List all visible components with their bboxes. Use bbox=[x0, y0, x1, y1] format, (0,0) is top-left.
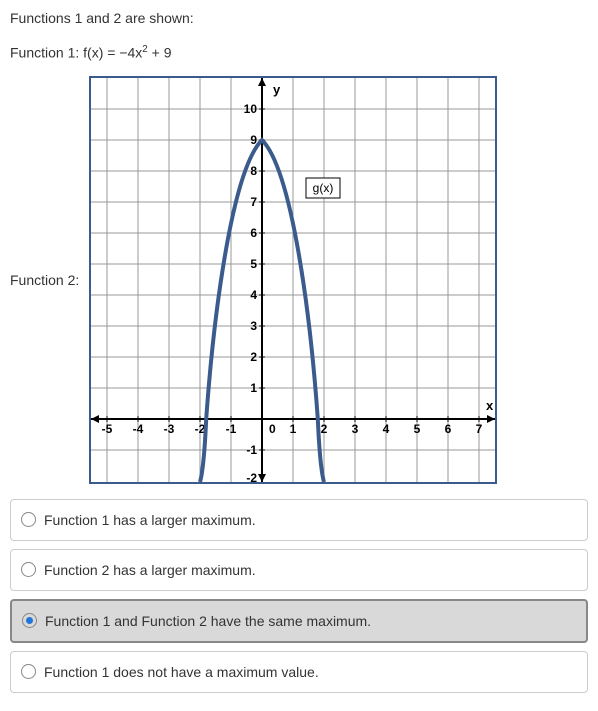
radio-icon bbox=[21, 664, 36, 679]
y-tick: -2 bbox=[247, 471, 258, 482]
y-tick: 2 bbox=[251, 350, 258, 364]
x-tick: 3 bbox=[352, 422, 359, 436]
graph-container: -5 -4 -3 -2 -1 0 1 2 3 4 5 6 7 1 2 3 4 5… bbox=[89, 76, 497, 484]
x-tick: -4 bbox=[133, 422, 144, 436]
graph-svg: -5 -4 -3 -2 -1 0 1 2 3 4 5 6 7 1 2 3 4 5… bbox=[91, 78, 495, 482]
x-tick: 5 bbox=[414, 422, 421, 436]
y-tick: 5 bbox=[251, 257, 258, 271]
x-tick: 0 bbox=[269, 422, 276, 436]
x-tick: 2 bbox=[321, 422, 328, 436]
y-tick: -1 bbox=[247, 443, 258, 457]
x-tick: 6 bbox=[445, 422, 452, 436]
intro-text: Functions 1 and 2 are shown: bbox=[10, 10, 588, 26]
option-label: Function 1 and Function 2 have the same … bbox=[45, 613, 371, 629]
x-tick: 1 bbox=[290, 422, 297, 436]
y-tick: 7 bbox=[251, 195, 258, 209]
function-1-label: Function 1: f(x) = −4x2 + 9 bbox=[10, 44, 588, 61]
y-tick: 4 bbox=[251, 288, 258, 302]
y-axis-label: y bbox=[273, 82, 281, 97]
function-2-label: Function 2: bbox=[10, 272, 79, 288]
option-label: Function 2 has a larger maximum. bbox=[44, 562, 256, 578]
option-4[interactable]: Function 1 does not have a maximum value… bbox=[10, 651, 588, 693]
y-tick: 3 bbox=[251, 319, 258, 333]
radio-icon bbox=[21, 562, 36, 577]
y-tick: 6 bbox=[251, 226, 258, 240]
y-tick: 1 bbox=[251, 381, 258, 395]
option-2[interactable]: Function 2 has a larger maximum. bbox=[10, 549, 588, 591]
x-axis-label: x bbox=[486, 398, 494, 413]
radio-icon bbox=[22, 613, 37, 628]
radio-icon bbox=[21, 512, 36, 527]
x-tick: 7 bbox=[476, 422, 483, 436]
x-tick: 4 bbox=[383, 422, 390, 436]
x-tick: -5 bbox=[102, 422, 113, 436]
x-tick: -3 bbox=[164, 422, 175, 436]
option-label: Function 1 does not have a maximum value… bbox=[44, 664, 319, 680]
option-3[interactable]: Function 1 and Function 2 have the same … bbox=[10, 599, 588, 643]
x-tick: -1 bbox=[226, 422, 237, 436]
curve-label: g(x) bbox=[313, 181, 334, 195]
option-1[interactable]: Function 1 has a larger maximum. bbox=[10, 499, 588, 541]
y-tick: 8 bbox=[251, 164, 258, 178]
option-label: Function 1 has a larger maximum. bbox=[44, 512, 256, 528]
y-tick: 10 bbox=[244, 102, 258, 116]
